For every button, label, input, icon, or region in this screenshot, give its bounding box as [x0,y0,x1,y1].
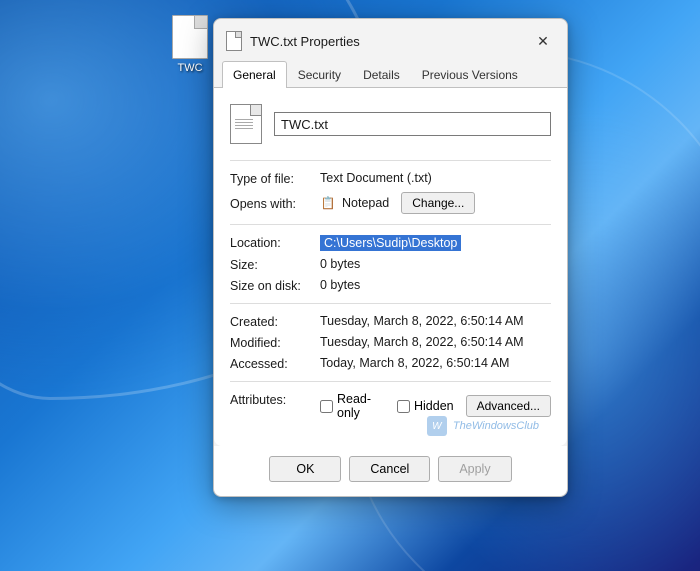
size-value: 0 bytes [320,257,360,271]
type-section: Type of file: Text Document (.txt) Opens… [230,160,551,214]
opens-label: Opens with: [230,196,320,211]
properties-dialog: TWC.txt Properties ✕ General Security De… [213,18,568,497]
created-value: Tuesday, March 8, 2022, 6:50:14 AM [320,314,524,328]
accessed-label: Accessed: [230,356,320,371]
dialog-title-bar: TWC.txt Properties ✕ [214,19,567,61]
attributes-section: Attributes: Read-only Hidden Advanced... [230,381,551,420]
tab-previous-versions[interactable]: Previous Versions [411,61,529,88]
modified-row: Modified: Tuesday, March 8, 2022, 6:50:1… [230,335,551,350]
attributes-label: Attributes: [230,392,320,407]
apply-button[interactable]: Apply [438,456,511,482]
modified-label: Modified: [230,335,320,350]
type-value: Text Document (.txt) [320,171,432,185]
accessed-value: Today, March 8, 2022, 6:50:14 AM [320,356,509,370]
desktop-file-icon[interactable]: TWC [160,15,220,74]
tab-security[interactable]: Security [287,61,352,88]
watermark-icon: W [427,416,447,436]
type-row: Type of file: Text Document (.txt) [230,171,551,186]
size-row: Size: 0 bytes [230,257,551,272]
readonly-checkbox[interactable] [320,400,333,413]
watermark: W TheWindowsClub [427,416,539,436]
location-section: Location: C:\Users\Sudip\Desktop Size: 0… [230,224,551,293]
modified-value: Tuesday, March 8, 2022, 6:50:14 AM [320,335,524,349]
size-disk-label: Size on disk: [230,278,320,293]
created-row: Created: Tuesday, March 8, 2022, 6:50:14… [230,314,551,329]
hidden-label: Hidden [414,399,454,413]
opens-app: Notepad [342,196,389,210]
watermark-text: TheWindowsClub [453,420,539,432]
tab-bar: General Security Details Previous Versio… [214,61,567,88]
filename-row [230,104,551,144]
accessed-row: Accessed: Today, March 8, 2022, 6:50:14 … [230,356,551,371]
location-label: Location: [230,235,320,250]
title-bar-left: TWC.txt Properties [226,31,360,51]
change-button[interactable]: Change... [401,192,475,214]
readonly-label: Read-only [337,392,385,420]
desktop-file-label: TWC [177,62,202,74]
hidden-checkbox-item[interactable]: Hidden [397,399,454,413]
hidden-checkbox[interactable] [397,400,410,413]
file-icon-large [230,104,262,144]
notepad-icon: 📋 [320,195,336,211]
dialog-title-icon [226,31,242,51]
created-label: Created: [230,314,320,329]
readonly-checkbox-item[interactable]: Read-only [320,392,385,420]
cancel-button[interactable]: Cancel [349,456,430,482]
dates-section: Created: Tuesday, March 8, 2022, 6:50:14… [230,303,551,371]
opens-with-row: Opens with: 📋 Notepad Change... [230,192,551,214]
advanced-button[interactable]: Advanced... [466,395,551,417]
size-disk-value: 0 bytes [320,278,360,292]
dialog-content: Type of file: Text Document (.txt) Opens… [214,88,567,446]
tab-details[interactable]: Details [352,61,411,88]
location-value: C:\Users\Sudip\Desktop [320,235,461,251]
ok-button[interactable]: OK [269,456,341,482]
close-button[interactable]: ✕ [531,29,555,53]
dialog-footer: OK Cancel Apply [214,446,567,496]
filename-input[interactable] [274,112,551,136]
location-row: Location: C:\Users\Sudip\Desktop [230,235,551,251]
opens-value: 📋 Notepad [320,195,389,211]
type-label: Type of file: [230,171,320,186]
size-disk-row: Size on disk: 0 bytes [230,278,551,293]
size-label: Size: [230,257,320,272]
tab-general[interactable]: General [222,61,287,88]
dialog-title: TWC.txt Properties [250,34,360,49]
file-icon-small [172,15,208,59]
